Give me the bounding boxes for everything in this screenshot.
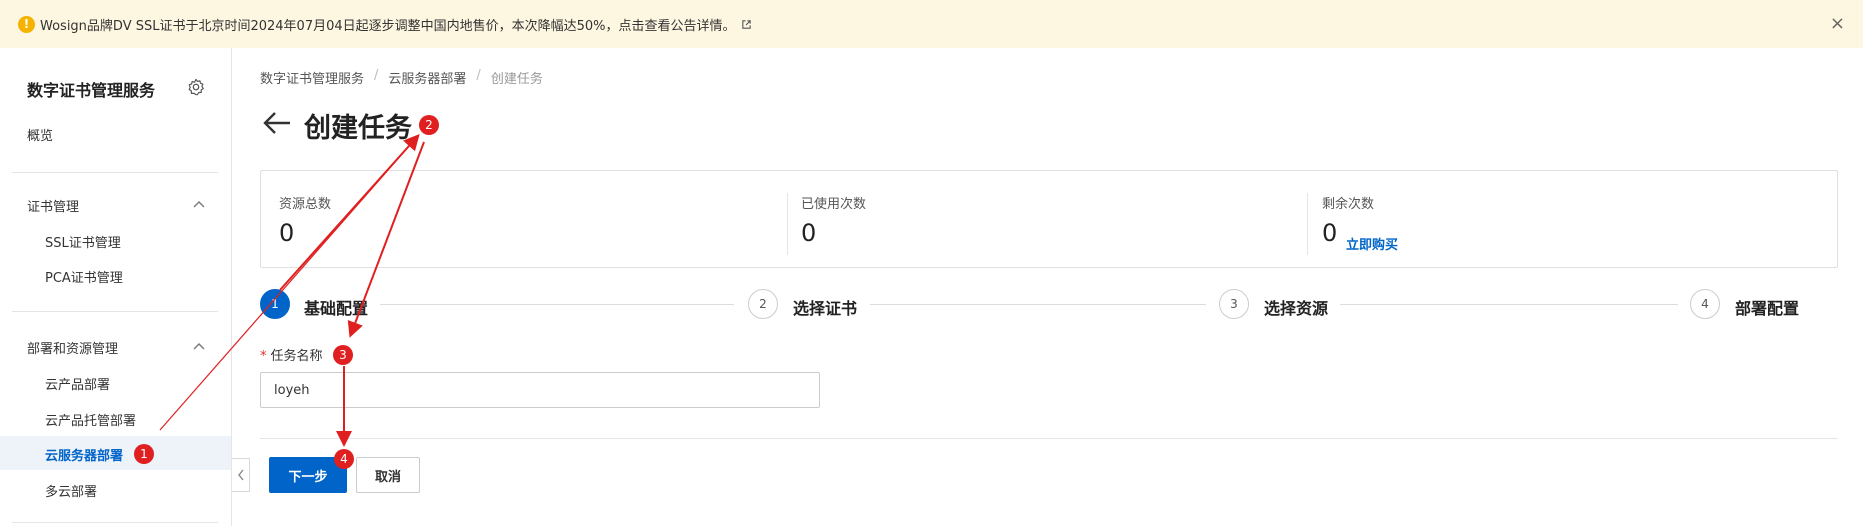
breadcrumb: 数字证书管理服务 / 云服务器部署 / 创建任务 bbox=[260, 68, 543, 87]
stats-panel: 资源总数 0 已使用次数 0 剩余次数 0 立即购买 bbox=[260, 170, 1838, 268]
step-3-circle: 3 bbox=[1219, 289, 1249, 319]
banner-text[interactable]: Wosign品牌DV SSL证书于北京时间2024年07月04日起逐步调整中国内… bbox=[40, 15, 736, 34]
stat-label: 剩余次数 bbox=[1322, 197, 1375, 212]
sidebar-divider bbox=[12, 311, 218, 312]
breadcrumb-separator: / bbox=[374, 68, 379, 83]
buy-now-link[interactable]: 立即购买 bbox=[1346, 234, 1398, 253]
sidebar-item-cloud-product-hosted-deploy[interactable]: 云产品托管部署 bbox=[45, 410, 136, 429]
chevron-up-icon[interactable] bbox=[192, 341, 206, 351]
notice-banner[interactable]: ! Wosign品牌DV SSL证书于北京时间2024年07月04日起逐步调整中… bbox=[0, 0, 1863, 48]
sidebar-item-multi-cloud-deploy[interactable]: 多云部署 bbox=[45, 481, 97, 500]
sidebar-group-cert-management[interactable]: 证书管理 bbox=[27, 196, 79, 215]
sidebar-collapse-button[interactable] bbox=[232, 458, 250, 492]
step-1-circle: 1 bbox=[260, 289, 290, 319]
warning-icon: ! bbox=[18, 15, 35, 33]
step-4-circle: 4 bbox=[1690, 289, 1720, 319]
gear-icon[interactable] bbox=[187, 78, 205, 96]
annotation-badge: 2 bbox=[419, 115, 439, 135]
stat-divider bbox=[787, 193, 788, 255]
external-link-icon[interactable] bbox=[741, 19, 752, 30]
sidebar-divider bbox=[12, 522, 218, 523]
breadcrumb-separator: / bbox=[476, 68, 481, 83]
breadcrumb-item[interactable]: 云服务器部署 bbox=[388, 68, 466, 87]
step-connector bbox=[870, 304, 1206, 305]
breadcrumb-item[interactable]: 数字证书管理服务 bbox=[260, 68, 364, 87]
step-2-label: 选择证书 bbox=[793, 299, 858, 318]
step-connector bbox=[380, 304, 734, 305]
sidebar-item-pca-cert[interactable]: PCA证书管理 bbox=[45, 267, 123, 286]
stat-label: 已使用次数 bbox=[801, 197, 867, 212]
task-name-label-text: 任务名称 bbox=[270, 349, 323, 364]
close-icon[interactable]: × bbox=[1830, 13, 1845, 34]
required-mark: * bbox=[260, 349, 267, 364]
sidebar-item-ssl-cert[interactable]: SSL证书管理 bbox=[45, 232, 121, 251]
back-arrow-icon[interactable] bbox=[262, 108, 292, 138]
sidebar-group-deploy-resource[interactable]: 部署和资源管理 bbox=[27, 338, 118, 357]
step-1-label: 基础配置 bbox=[304, 299, 369, 318]
stat-divider bbox=[1307, 193, 1308, 255]
breadcrumb-current: 创建任务 bbox=[490, 72, 543, 87]
stat-value: 0 bbox=[279, 219, 295, 247]
task-name-label: * 任务名称 bbox=[260, 345, 323, 364]
annotation-badge: 4 bbox=[334, 449, 354, 469]
stat-value: 0 bbox=[1322, 219, 1338, 247]
chevron-up-icon[interactable] bbox=[192, 199, 206, 209]
step-3-label: 选择资源 bbox=[1264, 299, 1329, 318]
sidebar-title: 数字证书管理服务 bbox=[27, 81, 156, 100]
cancel-button[interactable]: 取消 bbox=[356, 457, 420, 493]
stat-label: 资源总数 bbox=[279, 197, 332, 212]
footer-divider bbox=[260, 438, 1838, 439]
sidebar: 数字证书管理服务 概览 证书管理 SSL证书管理 PCA证书管理 部署和资源管理… bbox=[0, 48, 232, 526]
step-4-label: 部署配置 bbox=[1735, 299, 1800, 318]
stat-value: 0 bbox=[801, 219, 817, 247]
chevron-left-icon bbox=[237, 469, 244, 481]
task-name-input[interactable] bbox=[260, 372, 820, 408]
annotation-badge: 3 bbox=[333, 345, 353, 365]
sidebar-divider bbox=[12, 172, 218, 173]
sidebar-item-overview[interactable]: 概览 bbox=[27, 125, 53, 144]
page-title: 创建任务 bbox=[304, 113, 412, 144]
step-connector bbox=[1340, 304, 1678, 305]
sidebar-item-cloud-server-deploy[interactable]: 云服务器部署 bbox=[45, 445, 123, 464]
sidebar-item-cloud-product-deploy[interactable]: 云产品部署 bbox=[45, 374, 110, 393]
step-2-circle: 2 bbox=[748, 289, 778, 319]
annotation-badge: 1 bbox=[134, 444, 154, 464]
